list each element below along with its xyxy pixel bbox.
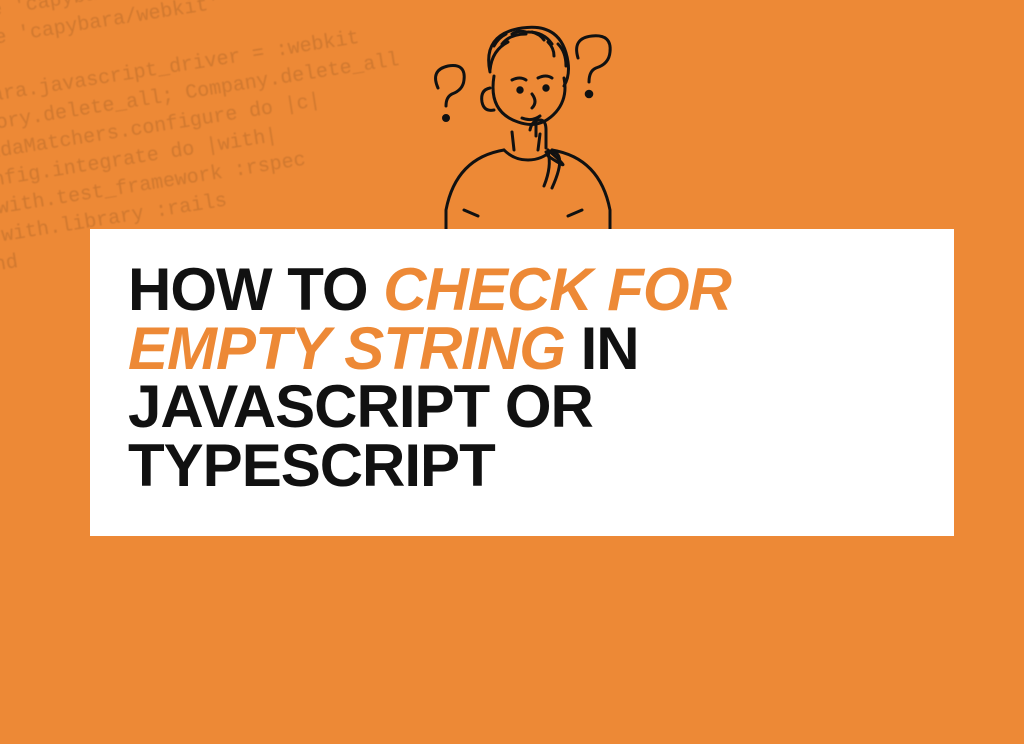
title-card: HOW TO CHECK FOR EMPTY STRING IN JAVASCR… xyxy=(90,229,954,536)
question-mark-right-icon xyxy=(577,36,611,97)
page-title: HOW TO CHECK FOR EMPTY STRING IN JAVASCR… xyxy=(128,261,916,496)
title-part1: HOW TO xyxy=(128,256,383,323)
question-mark-left-icon xyxy=(436,66,465,121)
